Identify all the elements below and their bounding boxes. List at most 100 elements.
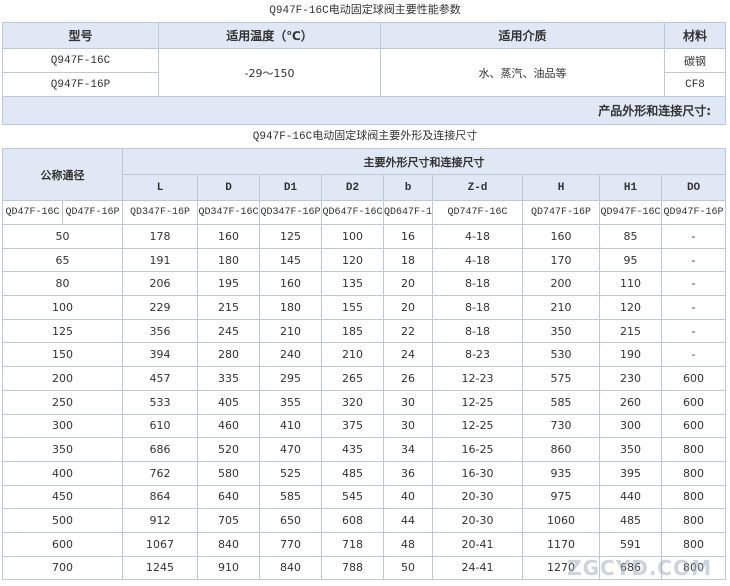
dimension-cell: 229 bbox=[122, 295, 198, 320]
dimension-cell: 485 bbox=[599, 508, 662, 533]
header-medium: 适用介质 bbox=[380, 22, 665, 49]
dimension-cell: 800 bbox=[660, 484, 727, 510]
dimension-cell: 210 bbox=[522, 295, 600, 320]
dimension-cell: 145 bbox=[259, 247, 322, 273]
dimension-cell: 295 bbox=[259, 366, 322, 391]
nominal-diameter-cell: 500 bbox=[2, 508, 123, 533]
dimension-cell: 50 bbox=[383, 555, 433, 581]
dimension-cell: - bbox=[660, 247, 727, 273]
dimension-cell: 910 bbox=[197, 555, 260, 581]
dimension-cell: 20 bbox=[383, 295, 433, 320]
dimension-cell: 470 bbox=[259, 437, 322, 462]
dimension-cell: 48 bbox=[383, 531, 433, 557]
dimension-cell: 16-30 bbox=[432, 460, 523, 486]
model-code-cell: QD47F-16C bbox=[2, 200, 63, 225]
nominal-diameter-cell: 700 bbox=[2, 555, 123, 581]
dimension-cell: 530 bbox=[522, 342, 600, 368]
dimension-cell: 375 bbox=[321, 413, 384, 439]
dimension-cell: 350 bbox=[522, 318, 600, 344]
dimension-cell: 34 bbox=[383, 437, 433, 462]
dimension-cell: 640 bbox=[197, 484, 260, 510]
material-cell: CF8 bbox=[664, 72, 726, 97]
dimension-cell: 335 bbox=[197, 366, 260, 391]
nominal-diameter-cell: 350 bbox=[2, 437, 123, 462]
dimension-cell: 160 bbox=[522, 224, 600, 249]
dimension-cell: 4-18 bbox=[432, 224, 523, 249]
dimension-cell: 485 bbox=[321, 460, 384, 486]
dimension-cell: 110 bbox=[599, 271, 662, 297]
dimension-cell: 585 bbox=[522, 389, 600, 415]
dimensions-table: 公称通径 主要外形尺寸和连接尺寸 L D D1 D2 b Z-d H H1 DO QD47F-1… bbox=[2, 148, 727, 581]
dimension-cell: 170 bbox=[522, 247, 600, 273]
dimensions-group-header: 主要外形尺寸和连接尺寸 bbox=[121, 148, 727, 175]
dimension-cell: 100 bbox=[321, 224, 384, 249]
dimension-cell: 520 bbox=[197, 437, 260, 462]
dimension-cell: 912 bbox=[122, 508, 198, 533]
dimension-cell: 405 bbox=[197, 389, 260, 415]
dimension-cell: 16 bbox=[383, 224, 433, 249]
dimension-cell: 12-25 bbox=[432, 413, 523, 439]
table-row: 125 356 245 210 185 22 8-18 350 215- bbox=[2, 318, 727, 344]
dimension-cell: 525 bbox=[259, 460, 322, 486]
dimension-cell: - bbox=[660, 295, 727, 320]
dimension-cell: 355 bbox=[259, 389, 322, 415]
model-code-cell: QD647F-16C bbox=[321, 200, 384, 225]
column-header: D2 bbox=[321, 174, 384, 201]
dimension-cell: 155 bbox=[321, 295, 384, 320]
dimension-cell: 22 bbox=[383, 318, 433, 344]
model-code-cell: QD947F-16C bbox=[599, 200, 662, 225]
table-row: 350 686 520 470 435 34 16-25 860 350 800 bbox=[2, 437, 727, 462]
dimension-cell: 840 bbox=[259, 555, 322, 581]
dimension-cell: 1067 bbox=[122, 531, 198, 557]
column-header: DO bbox=[660, 174, 727, 201]
dimension-cell: 435 bbox=[321, 437, 384, 462]
dimension-cell: 24 bbox=[383, 342, 433, 368]
header-material: 材料 bbox=[664, 22, 726, 49]
material-cell: 碳钢 bbox=[664, 48, 726, 73]
table-row: 65 191 180 145 120 18 4-18 170 95- bbox=[2, 247, 727, 273]
dimension-cell: 356 bbox=[122, 318, 198, 344]
dimension-cell: 95 bbox=[599, 247, 662, 273]
dimension-cell: 580 bbox=[197, 460, 260, 486]
model-code-cell: QD347F-16C bbox=[197, 200, 260, 225]
dimension-cell: 215 bbox=[599, 318, 662, 344]
dimension-cell: 265 bbox=[321, 366, 384, 391]
dimension-cell: 185 bbox=[321, 318, 384, 344]
dimension-cell: 180 bbox=[197, 247, 260, 273]
table-row: 600 1067 840 770 718 48 20-41 1170 591 800 bbox=[2, 531, 727, 557]
dimension-cell: 36 bbox=[383, 460, 433, 486]
model-cell: Q947F-16P bbox=[2, 72, 159, 97]
dimension-cell: 591 bbox=[599, 531, 662, 557]
watermark: ZGCYD.COM bbox=[567, 556, 712, 580]
dimension-cell: 395 bbox=[599, 460, 662, 486]
dimension-cell: 460 bbox=[197, 413, 260, 439]
model-code-cell: QD347F-16P bbox=[259, 200, 322, 225]
column-header: L bbox=[122, 174, 198, 201]
column-header: H1 bbox=[599, 174, 662, 201]
dimension-cell: 4-18 bbox=[432, 247, 523, 273]
nominal-diameter-cell: 150 bbox=[2, 342, 123, 368]
model-code-cell: QD747F-16P bbox=[522, 200, 600, 225]
dimension-cell: 610 bbox=[122, 413, 198, 439]
model-code-cell: QD47F-16P bbox=[62, 200, 123, 225]
dimension-cell: 30 bbox=[383, 389, 433, 415]
table-row: 450 864 640 585 545 40 20-30 975 440 800 bbox=[2, 484, 727, 510]
dimension-cell: - bbox=[660, 342, 727, 368]
dimension-cell: 160 bbox=[197, 224, 260, 249]
dimension-cell: 24-41 bbox=[432, 555, 523, 581]
dimension-cell: 394 bbox=[122, 342, 198, 368]
table-row: 100 229 215 180 155 20 8-18 210 120- bbox=[2, 295, 727, 320]
model-code-cell: QD747F-16C bbox=[432, 200, 523, 225]
dimension-cell: 200 bbox=[522, 271, 600, 297]
nominal-diameter-cell: 200 bbox=[2, 366, 123, 391]
dimension-cell: 545 bbox=[321, 484, 384, 510]
table-row: 50 178 160 125 100 16 4-18 160 85- bbox=[2, 224, 727, 249]
column-header: D1 bbox=[259, 174, 322, 201]
nominal-diameter-cell: 600 bbox=[2, 531, 123, 557]
nominal-diameter-cell: 80 bbox=[2, 271, 123, 297]
dimension-cell: 210 bbox=[259, 318, 322, 344]
dimension-cell: 650 bbox=[259, 508, 322, 533]
dimension-cell: 410 bbox=[259, 413, 322, 439]
table-row: 150 394 280 240 210 24 8-23 530 190- bbox=[2, 342, 727, 368]
dimension-cell: 120 bbox=[599, 295, 662, 320]
